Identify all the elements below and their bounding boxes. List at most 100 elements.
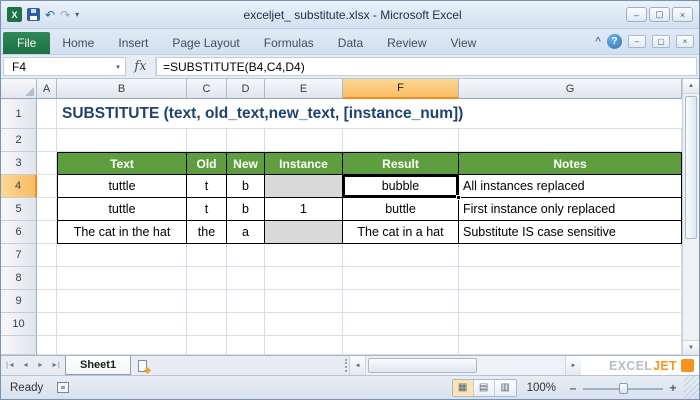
cell-D6[interactable]: a — [227, 221, 265, 244]
row-header-5[interactable]: 5 — [1, 198, 37, 221]
cell-C3[interactable]: Old — [187, 152, 227, 175]
cell-E8[interactable] — [265, 267, 343, 290]
cell-B8[interactable] — [57, 267, 187, 290]
tab-scrollbar-splitter[interactable] — [345, 359, 348, 372]
cell-D9[interactable] — [227, 290, 265, 313]
column-header-C[interactable]: C — [187, 79, 227, 99]
cell-B1-title[interactable]: SUBSTITUTE (text, old_text,new_text, [in… — [57, 99, 682, 129]
cell-A6[interactable] — [37, 221, 57, 244]
page-break-view-icon[interactable]: ▥ — [495, 380, 516, 396]
close-button[interactable]: × — [672, 7, 693, 22]
workbook-minimize-button[interactable]: – — [628, 35, 646, 48]
cell-E5[interactable]: 1 — [265, 198, 343, 221]
cell-G2[interactable] — [459, 129, 682, 152]
cell-G5[interactable]: First instance only replaced — [459, 198, 682, 221]
cell-B6[interactable]: The cat in the hat — [57, 221, 187, 244]
cell-D10[interactable] — [227, 313, 265, 336]
cell-D5[interactable]: b — [227, 198, 265, 221]
cell-F5[interactable]: buttle — [343, 198, 459, 221]
cell-D-partial[interactable] — [227, 336, 265, 355]
cell-F7[interactable] — [343, 244, 459, 267]
zoom-slider[interactable] — [583, 380, 663, 396]
horizontal-scrollbar[interactable]: ◄ ► — [349, 356, 581, 375]
page-layout-view-icon[interactable]: ▤ — [474, 379, 495, 396]
excel-app-icon[interactable]: X — [7, 7, 22, 22]
row-header-4[interactable]: 4 — [1, 175, 37, 198]
zoom-out-icon[interactable]: – — [566, 381, 580, 395]
row-header-2[interactable]: 2 — [1, 129, 37, 152]
fill-handle[interactable] — [456, 195, 461, 200]
zoom-in-icon[interactable]: + — [666, 381, 680, 395]
help-icon[interactable]: ? — [607, 34, 622, 49]
cell-A2[interactable] — [37, 129, 57, 152]
cell-C6[interactable]: the — [187, 221, 227, 244]
cell-F9[interactable] — [343, 290, 459, 313]
tab-view[interactable]: View — [439, 32, 489, 54]
scroll-left-icon[interactable]: ◄ — [350, 356, 367, 375]
cell-G4[interactable]: All instances replaced — [459, 175, 682, 198]
name-box[interactable]: F4 — [3, 57, 111, 76]
cell-B2[interactable] — [57, 129, 187, 152]
cell-D4[interactable]: b — [227, 175, 265, 198]
tab-page-layout[interactable]: Page Layout — [160, 32, 251, 54]
cell-B5[interactable]: tuttle — [57, 198, 187, 221]
vertical-scroll-track[interactable] — [683, 94, 699, 340]
cell-F3[interactable]: Result — [343, 152, 459, 175]
cell-D7[interactable] — [227, 244, 265, 267]
cell-A1[interactable] — [37, 99, 57, 129]
cell-C5[interactable]: t — [187, 198, 227, 221]
tab-home[interactable]: Home — [50, 32, 106, 54]
cell-F10[interactable] — [343, 313, 459, 336]
vertical-scroll-thumb[interactable] — [685, 96, 697, 239]
vertical-scrollbar[interactable]: ▲ ▼ — [682, 79, 699, 355]
sheet-tab-sheet1[interactable]: Sheet1 — [65, 356, 132, 375]
minimize-ribbon-icon[interactable]: ^ — [595, 36, 601, 47]
column-header-F[interactable]: F — [343, 79, 459, 99]
cell-B3[interactable]: Text — [57, 152, 187, 175]
cell-C2[interactable] — [187, 129, 227, 152]
cell-G7[interactable] — [459, 244, 682, 267]
cell-D8[interactable] — [227, 267, 265, 290]
cell-B4[interactable]: tuttle — [57, 175, 187, 198]
next-sheet-icon[interactable]: ► — [34, 362, 47, 369]
workbook-restore-button[interactable]: ▢ — [652, 35, 670, 48]
cell-F2[interactable] — [343, 129, 459, 152]
column-header-E[interactable]: E — [265, 79, 343, 99]
cell-E6[interactable] — [265, 221, 343, 244]
cell-F-partial[interactable] — [343, 336, 459, 355]
save-icon[interactable] — [27, 8, 40, 21]
tab-data[interactable]: Data — [326, 32, 375, 54]
first-sheet-icon[interactable]: |◄ — [4, 362, 17, 369]
row-header-8[interactable]: 8 — [1, 267, 37, 290]
cell-G10[interactable] — [459, 313, 682, 336]
horizontal-scroll-track[interactable] — [366, 356, 565, 375]
cell-E9[interactable] — [265, 290, 343, 313]
column-header-B[interactable]: B — [57, 79, 187, 99]
row-header-3[interactable]: 3 — [1, 152, 37, 175]
last-sheet-icon[interactable]: ►| — [49, 362, 62, 369]
zoom-slider-thumb[interactable] — [619, 382, 628, 394]
tab-insert[interactable]: Insert — [106, 32, 160, 54]
cell-B7[interactable] — [57, 244, 187, 267]
minimize-button[interactable]: – — [626, 7, 647, 22]
cell-C-partial[interactable] — [187, 336, 227, 355]
cell-E7[interactable] — [265, 244, 343, 267]
cell-D3[interactable]: New — [227, 152, 265, 175]
maximize-button[interactable]: ▢ — [649, 7, 670, 22]
column-header-D[interactable]: D — [227, 79, 265, 99]
cell-G6[interactable]: Substitute IS case sensitive — [459, 221, 682, 244]
cell-G-partial[interactable] — [459, 336, 682, 355]
cell-F4-active[interactable]: bubble — [343, 175, 461, 200]
column-header-A[interactable]: A — [37, 79, 57, 99]
column-header-G[interactable]: G — [459, 79, 682, 99]
row-header-partial[interactable] — [1, 336, 37, 355]
cell-A-partial[interactable] — [37, 336, 57, 355]
macro-record-icon[interactable] — [57, 382, 70, 393]
cell-C4[interactable]: t — [187, 175, 227, 198]
cell-A7[interactable] — [37, 244, 57, 267]
cell-D2[interactable] — [227, 129, 265, 152]
name-box-dropdown-icon[interactable]: ▾ — [111, 57, 126, 76]
cell-B10[interactable] — [57, 313, 187, 336]
cell-C10[interactable] — [187, 313, 227, 336]
row-header-9[interactable]: 9 — [1, 290, 37, 313]
